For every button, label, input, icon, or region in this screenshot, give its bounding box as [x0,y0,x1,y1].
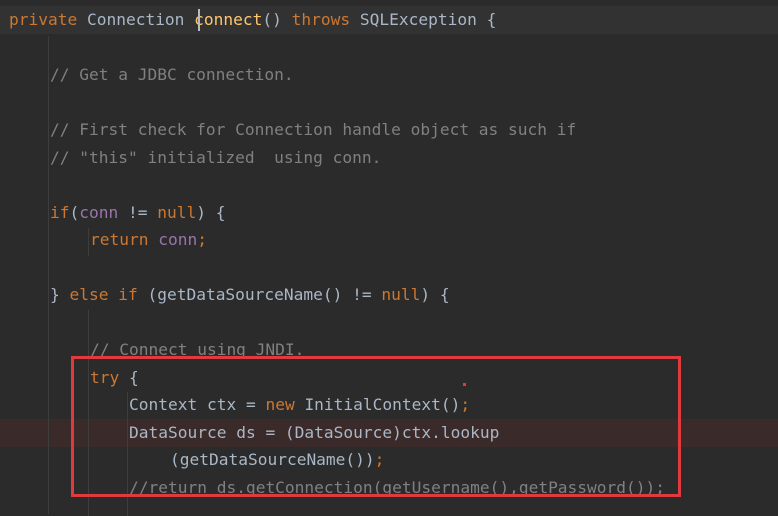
code-text: return conn; [90,226,207,254]
code-token: conn [79,203,119,222]
code-token: private [9,10,87,29]
code-token: // Get a JDBC connection. [50,65,294,84]
code-token: ) { [196,203,226,222]
code-line-if[interactable]: if(conn != null) { [0,199,778,227]
code-token: // First check for Connection handle obj… [50,120,577,139]
code-editor[interactable]: private Connection connect() throws SQLE… [0,0,778,516]
code-line-else-if[interactable]: } else if (getDataSourceName() != null) … [0,281,778,309]
code-text: // "this" initialized using conn. [50,144,381,172]
code-text: } else if (getDataSourceName() != null) … [50,281,450,309]
code-token: (getDataSourceName() != [147,285,382,304]
code-token: ) { [420,285,450,304]
code-token: if [50,203,70,222]
code-token: ( [69,203,80,222]
highlight-annotation-box [71,356,681,497]
code-line-comment[interactable]: // First check for Connection handle obj… [0,116,778,144]
code-token: else if [69,285,148,304]
code-token: connect [194,10,263,29]
text-caret [198,9,200,31]
code-text: if(conn != null) { [50,199,225,227]
code-text: private Connection connect() throws SQLE… [9,6,496,34]
code-token: // "this" initialized using conn. [50,148,382,167]
code-token: ; [197,230,207,249]
code-line-comment[interactable]: // Get a JDBC connection. [0,61,778,89]
code-token: return [90,230,159,249]
code-token: () [262,10,292,29]
code-token: != [118,203,158,222]
code-token: throws [291,10,360,29]
code-token: null [157,203,197,222]
code-line-comment[interactable]: // "this" initialized using conn. [0,144,778,172]
code-token: conn [158,230,198,249]
annotation-dot [463,383,466,386]
code-token: } [50,285,70,304]
indent-guide [88,228,89,256]
code-token: SQLException { [359,10,497,29]
code-line-signature[interactable]: private Connection connect() throws SQLE… [0,6,778,34]
code-token: null [381,285,421,304]
indent-guide [48,36,49,514]
code-token: Connection [86,10,195,29]
code-text: // First check for Connection handle obj… [50,116,576,144]
code-line-return[interactable]: return conn; [0,226,778,254]
code-text: // Get a JDBC connection. [50,61,294,89]
